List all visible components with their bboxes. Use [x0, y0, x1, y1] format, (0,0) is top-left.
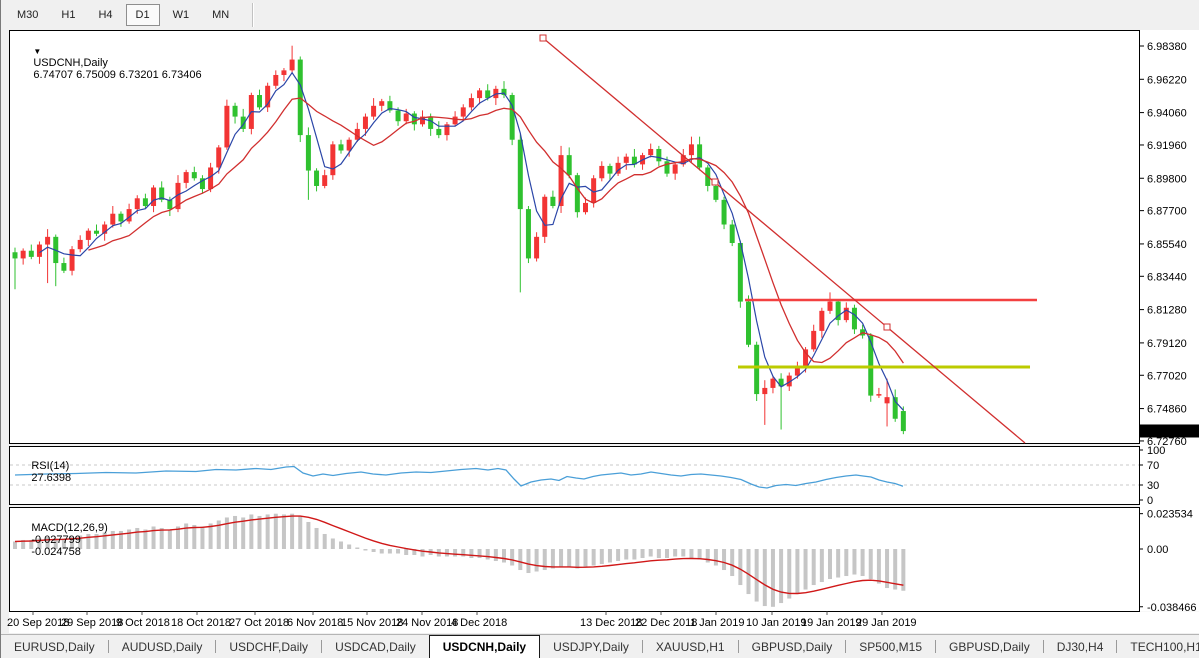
svg-text:6.91960: 6.91960 [1147, 140, 1187, 152]
trendline-anchor[interactable] [884, 324, 890, 330]
timeframe-button-mn[interactable]: MN [202, 4, 239, 26]
rsi-indicator-label: RSI(14) [31, 460, 69, 472]
timeframe-button-d1[interactable]: D1 [126, 4, 160, 26]
symbol-ohlc-values: 6.74707 6.75009 6.73201 6.73406 [33, 69, 201, 81]
chart-tab-tech100-11[interactable]: TECH100,H1 [1117, 635, 1199, 658]
chart-tab-gbpusd-9[interactable]: GBPUSD,Daily [936, 635, 1043, 658]
svg-text:6.79120: 6.79120 [1147, 338, 1187, 350]
svg-text:0.00: 0.00 [1147, 544, 1168, 556]
symbol-name: USDCNH,Daily [33, 57, 108, 69]
svg-text:30: 30 [1147, 480, 1159, 492]
trendline-anchor[interactable] [540, 35, 546, 41]
chart-tab-audusd-1[interactable]: AUDUSD,Daily [109, 635, 216, 658]
svg-text:6.85540: 6.85540 [1147, 239, 1187, 251]
svg-text:29 Sep 2018: 29 Sep 2018 [61, 617, 123, 629]
svg-text:22 Dec 2018: 22 Dec 2018 [635, 617, 697, 629]
timeframe-button-h1[interactable]: H1 [51, 4, 85, 26]
svg-text:0: 0 [1147, 495, 1153, 507]
symbol-dropdown-icon[interactable]: ▼ [33, 47, 41, 56]
svg-text:4 Dec 2018: 4 Dec 2018 [451, 617, 507, 629]
svg-text:9 Oct 2018: 9 Oct 2018 [116, 617, 170, 629]
svg-text:13 Dec 2018: 13 Dec 2018 [580, 617, 642, 629]
svg-text:6.77020: 6.77020 [1147, 370, 1187, 382]
macd-indicator-header: MACD(12,26,9) -0.027799 -0.024758 [13, 510, 113, 570]
macd-indicator-label: MACD(12,26,9) [31, 522, 107, 534]
svg-text:6.83440: 6.83440 [1147, 271, 1187, 283]
svg-text:6.73406: 6.73406 [1145, 426, 1185, 438]
chart-tabs-bar: EURUSD,DailyAUDUSD,DailyUSDCHF,DailyUSDC… [1, 634, 1199, 658]
svg-text:27 Oct 2018: 27 Oct 2018 [229, 617, 289, 629]
svg-text:6 Nov 2018: 6 Nov 2018 [287, 617, 343, 629]
chart-tab-usdcad-3[interactable]: USDCAD,Daily [322, 635, 429, 658]
toolbar-separator [252, 3, 254, 27]
chart-tab-gbpusd-7[interactable]: GBPUSD,Daily [739, 635, 846, 658]
svg-text:1 Jan 2019: 1 Jan 2019 [690, 617, 744, 629]
chart-tab-dj30-10[interactable]: DJ30,H4 [1044, 635, 1117, 658]
svg-text:15 Nov 2018: 15 Nov 2018 [341, 617, 403, 629]
chart-tab-usdcnh-4[interactable]: USDCNH,Daily [429, 635, 540, 658]
timeframe-button-m30[interactable]: M30 [7, 4, 48, 26]
timeframe-toolbar: M30H1H4D1W1MN [1, 0, 1199, 29]
rsi-indicator-header: RSI(14) 27.6398 [13, 448, 76, 496]
svg-text:10 Jan 2019: 10 Jan 2019 [746, 617, 807, 629]
svg-text:6.87700: 6.87700 [1147, 206, 1187, 218]
current-price-tag: 6.73406 [1140, 424, 1199, 438]
mt4-chart-window: M30H1H4D1W1MN 6.98380 6.96220 6.94060 6.919… [0, 0, 1199, 658]
chart-tab-eurusd-0[interactable]: EURUSD,Daily [1, 635, 108, 658]
svg-text:6.96220: 6.96220 [1147, 74, 1187, 86]
svg-text:18 Oct 2018: 18 Oct 2018 [171, 617, 231, 629]
svg-text:29 Jan 2019: 29 Jan 2019 [856, 617, 917, 629]
timeframe-button-w1[interactable]: W1 [163, 4, 200, 26]
timeframe-button-h4[interactable]: H4 [88, 4, 122, 26]
macd-indicator-value-main: -0.027799 [31, 534, 81, 546]
chart-canvas[interactable]: 6.98380 6.96220 6.94060 6.91960 6.89800 6.877… [1, 29, 1199, 634]
chart-tab-sp500-8[interactable]: SP500,M15 [846, 635, 935, 658]
svg-text:100: 100 [1147, 445, 1165, 457]
svg-text:6.94060: 6.94060 [1147, 108, 1187, 120]
svg-text:6.74860: 6.74860 [1147, 404, 1187, 416]
svg-text:6.89800: 6.89800 [1147, 173, 1187, 185]
trendline-anchor[interactable] [712, 179, 718, 185]
chart-tab-usdjpy-5[interactable]: USDJPY,Daily [540, 635, 642, 658]
svg-text:19 Jan 2019: 19 Jan 2019 [801, 617, 862, 629]
svg-text:24 Nov 2018: 24 Nov 2018 [396, 617, 458, 629]
symbol-title-line: ▼ USDCNH,Daily 6.74707 6.75009 6.73201 6… [15, 33, 207, 93]
rsi-indicator-value: 27.6398 [31, 472, 71, 484]
svg-text:0.023534: 0.023534 [1147, 509, 1193, 521]
chart-tab-xauusd-6[interactable]: XAUUSD,H1 [643, 635, 738, 658]
svg-text:6.98380: 6.98380 [1147, 41, 1187, 53]
svg-text:-0.038466: -0.038466 [1147, 602, 1197, 614]
chart-tab-usdchf-2[interactable]: USDCHF,Daily [216, 635, 321, 658]
chart-area[interactable]: 6.98380 6.96220 6.94060 6.91960 6.89800 6.877… [1, 29, 1199, 634]
svg-text:70: 70 [1147, 460, 1159, 472]
svg-text:6.81280: 6.81280 [1147, 305, 1187, 317]
macd-indicator-value-signal: -0.024758 [31, 546, 81, 558]
